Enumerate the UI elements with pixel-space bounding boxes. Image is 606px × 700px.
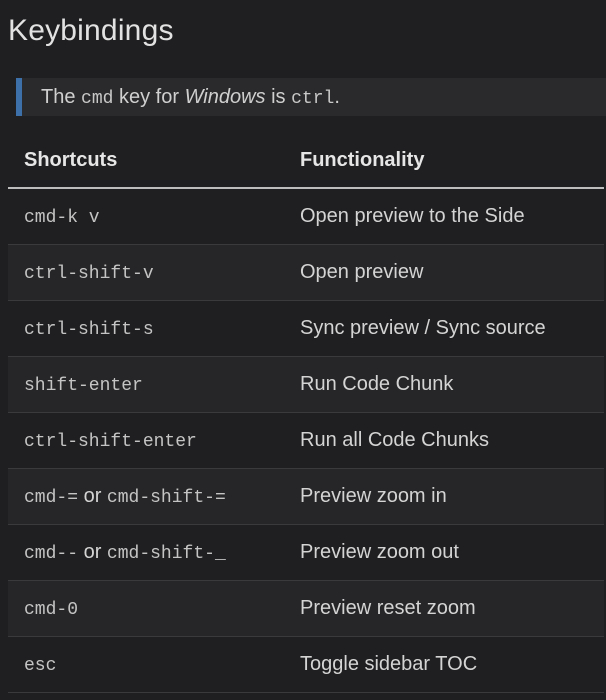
table-row: cmd-= or cmd-shift-= Preview zoom in [8,468,604,525]
functionality-cell: Preview zoom out [284,524,604,581]
shortcut-cell: cmd-k v [8,188,284,245]
note-emphasis: Windows [184,86,266,108]
shortcut-cell: ctrl-shift-s [8,300,284,357]
shortcut-key: shift-enter [24,375,143,396]
table-row: ctrl-shift-enter Run all Code Chunks [8,412,604,469]
table-row: ctrl-shift-s Sync preview / Sync source [8,300,604,357]
shortcut-key: ctrl-shift-v [24,263,154,284]
table-row: cmd-0 Preview reset zoom [8,580,604,637]
table-row: esc Toggle sidebar TOC [8,636,604,693]
functionality-cell: Toggle sidebar TOC [284,636,604,693]
shortcut-cell: cmd-0 [8,580,284,637]
functionality-cell: Open preview [284,244,604,301]
shortcut-cell: cmd-- or cmd-shift-_ [8,524,284,581]
shortcut-alt-key: cmd-shift-= [106,487,226,508]
shortcut-separator: or [78,484,107,507]
shortcut-alt-key: cmd-shift-_ [106,543,226,564]
shortcut-cell: shift-enter [8,356,284,413]
shortcut-cell: ctrl-shift-v [8,244,284,301]
shortcut-key: esc [24,655,57,676]
shortcut-key: ctrl-shift-enter [24,431,197,452]
page-title: Keybindings [8,14,174,47]
keybindings-table: Shortcuts Functionality cmd-k v Open prev… [8,134,604,693]
table-row: cmd-- or cmd-shift-_ Preview zoom out [8,524,604,581]
shortcut-key: cmd-= [24,487,79,508]
shortcut-cell: cmd-= or cmd-shift-= [8,468,284,525]
table-row: cmd-k v Open preview to the Side [8,188,604,245]
functionality-cell: Preview zoom in [284,468,604,525]
shortcut-key: cmd-k v [24,207,100,228]
shortcut-key: ctrl-shift-s [24,319,154,340]
shortcut-cell: ctrl-shift-enter [8,412,284,469]
header-shortcuts: Shortcuts [8,134,284,189]
note-text: is [265,86,292,108]
table-header-row: Shortcuts Functionality [8,134,604,189]
shortcut-key: cmd-0 [24,599,79,620]
table-row: ctrl-shift-v Open preview [8,244,604,301]
note-code-ctrl: ctrl [291,89,335,109]
functionality-cell: Sync preview / Sync source [284,300,604,357]
shortcut-key: cmd-- [24,543,79,564]
functionality-cell: Run all Code Chunks [284,412,604,469]
note-text: key for [113,86,185,108]
note-text: The [41,86,82,108]
note-text: . [334,86,340,108]
shortcut-cell: esc [8,636,284,693]
shortcut-separator: or [78,540,107,563]
functionality-cell: Preview reset zoom [284,580,604,637]
note-code-cmd: cmd [81,89,114,109]
blockquote-note: The cmd key for Windows is ctrl. [16,78,606,116]
header-functionality: Functionality [284,134,604,189]
functionality-cell: Run Code Chunk [284,356,604,413]
markdown-preview: Keybindings The cmd key for Windows is c… [0,0,606,700]
table-row: shift-enter Run Code Chunk [8,356,604,413]
functionality-cell: Open preview to the Side [284,188,604,245]
